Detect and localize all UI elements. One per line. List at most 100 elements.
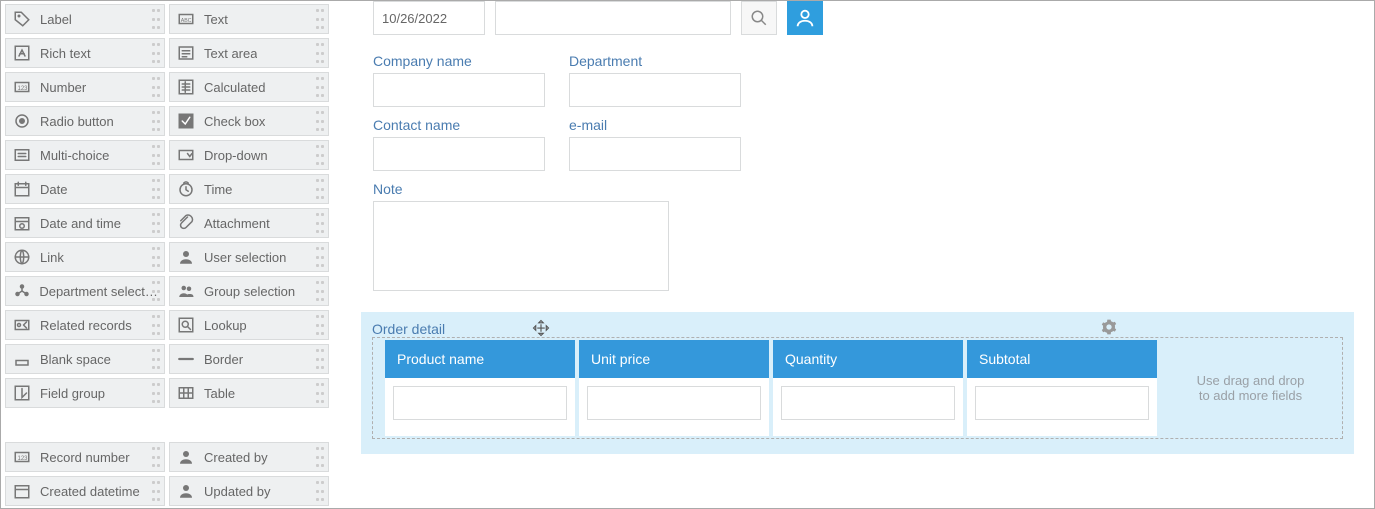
deptselect-icon xyxy=(12,281,31,301)
palette-item-label: Number xyxy=(40,80,86,95)
palette-multichoice[interactable]: Multi-choice xyxy=(5,140,165,170)
palette-deptselect[interactable]: Department selection xyxy=(5,276,165,306)
table-column[interactable]: Unit price xyxy=(579,340,769,436)
time-icon xyxy=(176,179,196,199)
date-field[interactable]: 10/26/2022 xyxy=(373,1,485,35)
palette-related[interactable]: Related records xyxy=(5,310,165,340)
palette-item-label: Created by xyxy=(204,450,268,465)
svg-text:ABC: ABC xyxy=(181,18,192,24)
palette-attachment[interactable]: Attachment xyxy=(169,208,329,238)
table-column[interactable]: Product name xyxy=(385,340,575,436)
createddate-icon xyxy=(12,481,32,501)
richtext-icon xyxy=(12,43,32,63)
palette-lookup[interactable]: Lookup xyxy=(169,310,329,340)
palette-item-label: Department selection xyxy=(39,284,158,299)
palette-item-label: Date xyxy=(40,182,67,197)
palette-date[interactable]: Date xyxy=(5,174,165,204)
palette-border[interactable]: Border xyxy=(169,344,329,374)
palette-link[interactable]: Link xyxy=(5,242,165,272)
palette-item-label: Text area xyxy=(204,46,257,61)
createdby-icon xyxy=(176,447,196,467)
palette-textarea[interactable]: Text area xyxy=(169,38,329,68)
gear-icon[interactable] xyxy=(1101,319,1117,335)
table-cell-input[interactable] xyxy=(587,386,761,420)
palette-item-label: Multi-choice xyxy=(40,148,109,163)
palette-item-label: Updated by xyxy=(204,484,271,499)
textarea-icon xyxy=(176,43,196,63)
palette-item-label: Blank space xyxy=(40,352,111,367)
email-input[interactable] xyxy=(569,137,741,171)
department-input[interactable] xyxy=(569,73,741,107)
table-drop-hint: Use drag and drop to add more fields xyxy=(1161,340,1340,436)
number-icon: 123 xyxy=(12,77,32,97)
palette-datetime[interactable]: Date and time xyxy=(5,208,165,238)
user-picker-button[interactable] xyxy=(787,1,823,35)
userselect-icon xyxy=(176,247,196,267)
palette-item-label: Lookup xyxy=(204,318,247,333)
table-cell-input[interactable] xyxy=(975,386,1149,420)
palette-recordnum[interactable]: 123Record number xyxy=(5,442,165,472)
table-icon xyxy=(176,383,196,403)
palette-item-label: Label xyxy=(40,12,72,27)
border-icon xyxy=(176,349,196,369)
table-cell-input[interactable] xyxy=(781,386,955,420)
palette-updatedby[interactable]: Updated by xyxy=(169,476,329,506)
table-field[interactable]: Order detail Product nameUnit priceQuant… xyxy=(361,312,1354,454)
groupselect-icon xyxy=(176,281,196,301)
palette-item-label: Time xyxy=(204,182,232,197)
related-icon xyxy=(12,315,32,335)
palette-time[interactable]: Time xyxy=(169,174,329,204)
table-cell-input[interactable] xyxy=(393,386,567,420)
multichoice-icon xyxy=(12,145,32,165)
date-value: 10/26/2022 xyxy=(382,11,447,26)
palette-checkbox[interactable]: Check box xyxy=(169,106,329,136)
recordnum-icon: 123 xyxy=(12,447,32,467)
palette-item-label: Calculated xyxy=(204,80,265,95)
date-icon xyxy=(12,179,32,199)
palette-blank[interactable]: Blank space xyxy=(5,344,165,374)
palette-item-label: Rich text xyxy=(40,46,91,61)
palette-item-label: Link xyxy=(40,250,64,265)
search-button[interactable] xyxy=(741,1,777,35)
lookup-input[interactable] xyxy=(495,1,731,35)
move-icon[interactable] xyxy=(532,319,550,337)
contact-name-label: Contact name xyxy=(373,117,545,133)
table-header: Subtotal xyxy=(967,340,1157,378)
palette-createddate[interactable]: Created datetime xyxy=(5,476,165,506)
link-icon xyxy=(12,247,32,267)
table-column[interactable]: Subtotal xyxy=(967,340,1157,436)
company-name-label: Company name xyxy=(373,53,545,69)
palette-item-label: Created datetime xyxy=(40,484,140,499)
palette-item-label: User selection xyxy=(204,250,286,265)
palette-text[interactable]: ABC Text xyxy=(169,4,329,34)
field-palette: Label ABC Text Rich text Text area 123 Number C… xyxy=(1,1,341,508)
palette-item-label: Border xyxy=(204,352,243,367)
palette-item-label: Table xyxy=(204,386,235,401)
table-header: Product name xyxy=(385,340,575,378)
attachment-icon xyxy=(176,213,196,233)
palette-item-label: Group selection xyxy=(204,284,295,299)
palette-item-label: Drop-down xyxy=(204,148,268,163)
row-handle[interactable] xyxy=(375,340,385,436)
palette-calculated[interactable]: Calculated xyxy=(169,72,329,102)
palette-item-label: Text xyxy=(204,12,228,27)
palette-table[interactable]: Table xyxy=(169,378,329,408)
palette-radio[interactable]: Radio button xyxy=(5,106,165,136)
palette-number[interactable]: 123 Number xyxy=(5,72,165,102)
palette-dropdown[interactable]: Drop-down xyxy=(169,140,329,170)
contact-name-input[interactable] xyxy=(373,137,545,171)
company-name-input[interactable] xyxy=(373,73,545,107)
palette-richtext[interactable]: Rich text xyxy=(5,38,165,68)
palette-item-label: Check box xyxy=(204,114,265,129)
palette-groupselect[interactable]: Group selection xyxy=(169,276,329,306)
palette-createdby[interactable]: Created by xyxy=(169,442,329,472)
updatedby-icon xyxy=(176,481,196,501)
note-textarea[interactable] xyxy=(373,201,669,291)
palette-userselect[interactable]: User selection xyxy=(169,242,329,272)
table-header: Unit price xyxy=(579,340,769,378)
palette-fieldgroup[interactable]: Field group xyxy=(5,378,165,408)
lookup-icon xyxy=(176,315,196,335)
palette-tag[interactable]: Label xyxy=(5,4,165,34)
datetime-icon xyxy=(12,213,32,233)
table-column[interactable]: Quantity xyxy=(773,340,963,436)
